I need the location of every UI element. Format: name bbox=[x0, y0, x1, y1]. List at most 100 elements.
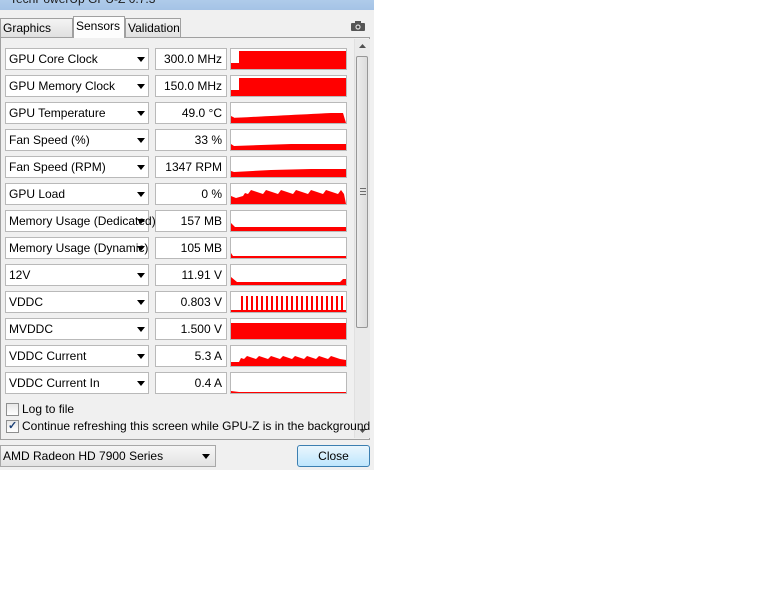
sensor-name-dropdown[interactable]: Fan Speed (RPM) bbox=[5, 156, 149, 178]
sensor-name-dropdown[interactable]: MVDDC bbox=[5, 318, 149, 340]
sensor-graph-fill bbox=[231, 356, 346, 366]
sensor-graph-plot bbox=[231, 323, 346, 339]
continue-refresh-checkbox[interactable]: ✓ bbox=[6, 420, 19, 433]
sensor-graph-plot bbox=[231, 253, 346, 258]
camera-icon[interactable] bbox=[350, 20, 366, 32]
sensor-graph-plot bbox=[231, 51, 346, 69]
checkmark-icon: ✓ bbox=[8, 420, 18, 432]
vertical-scrollbar[interactable] bbox=[354, 39, 370, 438]
chevron-down-icon bbox=[137, 219, 145, 224]
sensor-graph-plot bbox=[231, 190, 346, 204]
sensor-name: Memory Usage (Dynamic) bbox=[9, 241, 149, 255]
sensor-graph bbox=[230, 156, 347, 178]
sensor-name-dropdown[interactable]: VDDC bbox=[5, 291, 149, 313]
sensor-name: Fan Speed (RPM) bbox=[9, 160, 106, 174]
sensor-value: 1347 RPM bbox=[165, 160, 222, 174]
sensor-row: VDDC Current 5.3 A bbox=[5, 345, 347, 367]
sensor-name-dropdown[interactable]: VDDC Current In bbox=[5, 372, 149, 394]
scroll-up-arrow-icon[interactable] bbox=[355, 39, 370, 54]
sensor-value-box: 1.500 V bbox=[155, 318, 227, 340]
sensor-value: 5.3 A bbox=[194, 349, 222, 363]
sensor-graph-fill bbox=[231, 391, 346, 393]
log-to-file-label: Log to file bbox=[22, 402, 75, 416]
sensor-graph bbox=[230, 183, 347, 205]
sensor-graph-plot bbox=[231, 223, 346, 231]
sensor-row: MVDDC 1.500 V bbox=[5, 318, 347, 340]
sensor-value-box: 11.91 V bbox=[155, 264, 227, 286]
sensor-graph-plot bbox=[231, 78, 346, 96]
gpuz-window: TechPowerUp GPU-Z 0.7.3 Graphics Card Se… bbox=[0, 0, 374, 470]
sensor-graph bbox=[230, 102, 347, 124]
sensors-panel: GPU Core Clock 300.0 MHz GPU Memory Clock 1… bbox=[0, 37, 370, 440]
sensor-graph-fill bbox=[231, 253, 346, 258]
sensor-name: Memory Usage (Dedicated) bbox=[9, 214, 156, 228]
sensor-name-dropdown[interactable]: Memory Usage (Dynamic) bbox=[5, 237, 149, 259]
sensor-name-dropdown[interactable]: Memory Usage (Dedicated) bbox=[5, 210, 156, 232]
window-title: TechPowerUp GPU-Z 0.7.3 bbox=[10, 0, 155, 8]
sensor-value-box: 0.4 A bbox=[155, 372, 227, 394]
sensor-value-box: 5.3 A bbox=[155, 345, 227, 367]
sensor-name: GPU Load bbox=[9, 187, 66, 201]
grip-line bbox=[360, 194, 366, 195]
sensor-value: 33 % bbox=[194, 133, 222, 147]
sensor-graph-plot bbox=[231, 169, 346, 177]
sensor-graph-fill bbox=[231, 296, 346, 312]
sensor-graph bbox=[230, 48, 347, 70]
log-to-file-checkbox[interactable] bbox=[6, 403, 19, 416]
sensor-name-dropdown[interactable]: GPU Load bbox=[5, 183, 149, 205]
sensor-row: Fan Speed (RPM) 1347 RPM bbox=[5, 156, 347, 178]
sensor-graph-fill bbox=[231, 277, 346, 285]
sensor-value: 1.500 V bbox=[180, 322, 222, 336]
chevron-down-icon bbox=[137, 138, 145, 143]
close-button[interactable]: Close bbox=[297, 445, 370, 467]
sensor-graph-plot bbox=[231, 296, 346, 312]
tab-graphics-card[interactable]: Graphics Card bbox=[0, 18, 73, 53]
tab-validation[interactable]: Validation bbox=[125, 18, 181, 37]
sensor-value: 49.0 °C bbox=[181, 106, 222, 120]
chevron-down-icon bbox=[137, 165, 145, 170]
sensor-name: VDDC bbox=[9, 295, 44, 309]
sensor-value: 0 % bbox=[201, 187, 222, 201]
sensor-name: VDDC Current bbox=[9, 349, 87, 363]
sensor-graph-plot bbox=[231, 356, 346, 366]
sensor-graph-plot bbox=[231, 113, 346, 123]
scrollbar-thumb[interactable] bbox=[356, 56, 368, 328]
sensor-name-dropdown[interactable]: GPU Memory Clock bbox=[5, 75, 149, 97]
continue-refresh-label: Continue refreshing this screen while GP… bbox=[22, 419, 371, 433]
sensor-graph-fill bbox=[231, 223, 346, 231]
sensor-name: VDDC Current In bbox=[9, 376, 100, 390]
sensor-value-box: 33 % bbox=[155, 129, 227, 151]
tab-sensors[interactable]: Sensors bbox=[73, 16, 125, 38]
sensor-row: GPU Core Clock 300.0 MHz bbox=[5, 48, 347, 70]
sensor-row: VDDC 0.803 V bbox=[5, 291, 347, 313]
sensor-graph-plot bbox=[231, 144, 346, 150]
sensor-value: 105 MB bbox=[180, 241, 222, 255]
sensor-value-box: 150.0 MHz bbox=[155, 75, 227, 97]
sensor-name: MVDDC bbox=[9, 322, 53, 336]
sensor-graph bbox=[230, 318, 347, 340]
sensor-graph bbox=[230, 129, 347, 151]
grip-line bbox=[360, 188, 366, 189]
sensor-value-box: 0 % bbox=[155, 183, 227, 205]
sensor-name: 12V bbox=[9, 268, 31, 282]
sensor-value: 0.4 A bbox=[194, 376, 222, 390]
sensor-name: GPU Temperature bbox=[9, 106, 106, 120]
sensor-graph-plot bbox=[231, 277, 346, 285]
gpu-select-dropdown[interactable]: AMD Radeon HD 7900 Series bbox=[0, 445, 216, 467]
sensor-name-dropdown[interactable]: GPU Core Clock bbox=[5, 48, 149, 70]
sensor-row: Fan Speed (%) 33 % bbox=[5, 129, 347, 151]
title-bar[interactable]: TechPowerUp GPU-Z 0.7.3 bbox=[0, 0, 374, 10]
sensor-name-dropdown[interactable]: GPU Temperature bbox=[5, 102, 149, 124]
sensor-name-dropdown[interactable]: VDDC Current bbox=[5, 345, 149, 367]
sensor-value-box: 49.0 °C bbox=[155, 102, 227, 124]
sensor-graph-plot bbox=[231, 391, 346, 393]
sensor-graph-fill bbox=[231, 144, 346, 150]
sensor-value-box: 300.0 MHz bbox=[155, 48, 227, 70]
sensor-name-dropdown[interactable]: Fan Speed (%) bbox=[5, 129, 149, 151]
sensor-graph-fill bbox=[231, 78, 346, 96]
sensor-row: Memory Usage (Dynamic) 105 MB bbox=[5, 237, 347, 259]
sensor-graph bbox=[230, 372, 347, 394]
sensor-name: GPU Core Clock bbox=[9, 52, 98, 66]
sensor-name-dropdown[interactable]: 12V bbox=[5, 264, 149, 286]
sensor-graph-fill bbox=[231, 323, 346, 339]
